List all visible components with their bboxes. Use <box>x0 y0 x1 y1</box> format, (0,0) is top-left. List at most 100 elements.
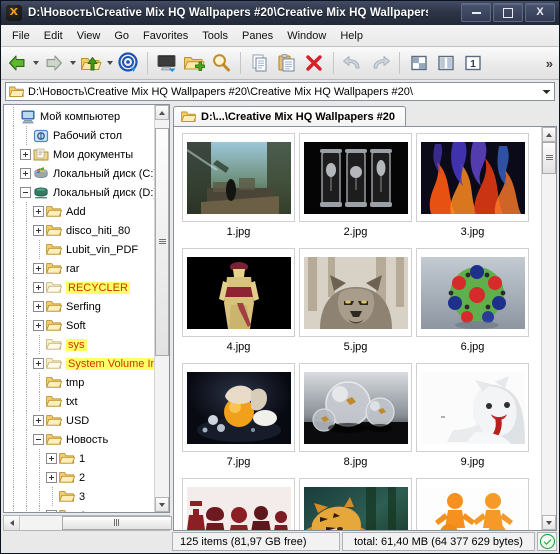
expand-plus-icon[interactable] <box>45 468 58 487</box>
tree-node[interactable]: Мои документы <box>4 145 154 164</box>
collapse-minus-icon[interactable] <box>32 430 45 449</box>
file-scroll-down-button[interactable] <box>542 515 556 530</box>
tab-current-folder[interactable]: D:\...\Creative Mix HQ Wallpapers #20 <box>173 106 406 127</box>
chevron-down-icon[interactable] <box>539 83 554 100</box>
file-thumbnail[interactable] <box>299 363 412 452</box>
expand-plus-icon[interactable] <box>32 297 45 316</box>
undo-button[interactable] <box>340 50 366 76</box>
menu-edit[interactable]: Edit <box>37 28 70 44</box>
new-folder-button[interactable] <box>181 50 207 76</box>
delete-button[interactable] <box>301 50 327 76</box>
folder-tree[interactable]: Мой компьютер Рабочий стол Мои документы Ло… <box>3 104 170 513</box>
tree-vertical-scrollbar[interactable] <box>154 105 169 512</box>
menu-view[interactable]: View <box>70 28 108 44</box>
tree-node[interactable]: Soft <box>4 316 154 335</box>
tree-node[interactable]: Локальный диск (D:) <box>4 183 154 202</box>
file-scroll-up-button[interactable] <box>542 127 556 142</box>
tree-node[interactable]: RECYCLER <box>4 278 154 297</box>
expand-plus-icon[interactable] <box>19 164 32 183</box>
file-scroll-thumb[interactable] <box>542 142 556 174</box>
expand-plus-icon[interactable] <box>45 449 58 468</box>
paste-button[interactable] <box>274 50 300 76</box>
dual-pane-button[interactable] <box>433 50 459 76</box>
tree-node[interactable]: Рабочий стол <box>4 126 154 145</box>
file-thumbnail[interactable] <box>182 133 295 222</box>
tree-node[interactable]: sys <box>4 335 154 354</box>
file-vertical-scrollbar[interactable] <box>541 127 556 530</box>
file-thumbnail[interactable] <box>299 478 412 530</box>
tree-hscroll-thumb[interactable] <box>62 515 172 530</box>
expand-plus-icon[interactable] <box>32 259 45 278</box>
file-item[interactable]: 11.jpg <box>297 478 414 530</box>
tree-node[interactable]: 1 <box>4 449 154 468</box>
find-files-button[interactable] <box>208 50 234 76</box>
expand-plus-icon[interactable] <box>32 278 45 297</box>
tree-scroll-left-button[interactable] <box>4 515 20 530</box>
tree-scroll-up-button[interactable] <box>155 105 169 120</box>
file-thumbnail[interactable] <box>182 248 295 337</box>
expand-plus-icon[interactable] <box>32 411 45 430</box>
file-thumbnail[interactable] <box>299 133 412 222</box>
file-item[interactable]: 12.jpg <box>414 478 531 530</box>
tree-node[interactable]: 4 <box>4 506 154 512</box>
single-pane-button[interactable]: 1 <box>460 50 486 76</box>
tree-node[interactable]: disco_hiti_80 <box>4 221 154 240</box>
tree-node[interactable]: Локальный диск (C:) <box>4 164 154 183</box>
go-to-target-button[interactable] <box>115 50 141 76</box>
folder-tree-scroll-area[interactable]: Мой компьютер Рабочий стол Мои документы Ло… <box>4 105 154 512</box>
file-thumbnail[interactable] <box>299 248 412 337</box>
file-item[interactable]: 1.jpg <box>180 133 297 248</box>
file-item[interactable]: 5.jpg <box>297 248 414 363</box>
tree-node[interactable]: Serfing <box>4 297 154 316</box>
tree-node[interactable]: System Volume Info <box>4 354 154 373</box>
expand-plus-icon[interactable] <box>32 202 45 221</box>
expand-plus-icon[interactable] <box>32 354 45 373</box>
file-scroll-track[interactable] <box>542 142 556 515</box>
toolbar-overflow-button[interactable]: » <box>546 56 553 71</box>
back-button[interactable] <box>4 50 30 76</box>
expand-plus-icon[interactable] <box>32 221 45 240</box>
menu-tools[interactable]: Tools <box>195 28 235 44</box>
file-item[interactable]: 2.jpg <box>297 133 414 248</box>
file-thumbnail[interactable] <box>416 133 529 222</box>
address-bar[interactable]: D:\Новость\Creative Mix HQ Wallpapers #2… <box>5 82 555 101</box>
file-item[interactable]: 3.jpg <box>414 133 531 248</box>
menu-favorites[interactable]: Favorites <box>136 28 195 44</box>
file-thumbnail[interactable] <box>416 363 529 452</box>
menu-panes[interactable]: Panes <box>235 28 280 44</box>
tree-horizontal-scrollbar[interactable] <box>3 514 172 531</box>
up-dropdown-arrow[interactable] <box>105 50 114 76</box>
redo-button[interactable] <box>367 50 393 76</box>
forward-dropdown-arrow[interactable] <box>68 50 77 76</box>
maximize-button[interactable] <box>493 3 523 22</box>
desktop-button[interactable] <box>154 50 180 76</box>
expand-plus-icon[interactable] <box>45 506 58 512</box>
tree-node[interactable]: USD <box>4 411 154 430</box>
collapse-minus-icon[interactable] <box>19 183 32 202</box>
file-item[interactable]: 6.jpg <box>414 248 531 363</box>
file-item[interactable]: 4.jpg <box>180 248 297 363</box>
file-item[interactable]: 7.jpg <box>180 363 297 478</box>
tree-node[interactable]: rar <box>4 259 154 278</box>
tree-node[interactable]: Мой компьютер <box>4 107 154 126</box>
tree-hscroll-track[interactable] <box>20 515 172 530</box>
file-thumbnail[interactable] <box>416 248 529 337</box>
file-thumbnail[interactable] <box>416 478 529 530</box>
tree-node[interactable]: Новость <box>4 430 154 449</box>
menu-help[interactable]: Help <box>333 28 370 44</box>
tree-node[interactable]: 3 <box>4 487 154 506</box>
status-indicator[interactable] <box>537 532 557 551</box>
expand-plus-icon[interactable] <box>32 316 45 335</box>
file-thumbnail-list[interactable]: 1.jpg 2.jpg 3.jpg 4.jpg 5.jpg 6.jpg 7.jpg 8.jpg… <box>173 126 557 531</box>
tree-node[interactable]: Lubit_vin_PDF <box>4 240 154 259</box>
tree-scroll-track[interactable] <box>155 120 169 497</box>
menu-go[interactable]: Go <box>107 28 136 44</box>
tree-node[interactable]: tmp <box>4 373 154 392</box>
thumbnail-grid[interactable]: 1.jpg 2.jpg 3.jpg 4.jpg 5.jpg 6.jpg 7.jpg 8.jpg… <box>174 127 541 530</box>
menu-window[interactable]: Window <box>280 28 333 44</box>
expand-plus-icon[interactable] <box>19 145 32 164</box>
up-one-level-button[interactable] <box>78 50 104 76</box>
file-thumbnail[interactable] <box>182 363 295 452</box>
file-thumbnail[interactable] <box>182 478 295 530</box>
copy-button[interactable] <box>247 50 273 76</box>
